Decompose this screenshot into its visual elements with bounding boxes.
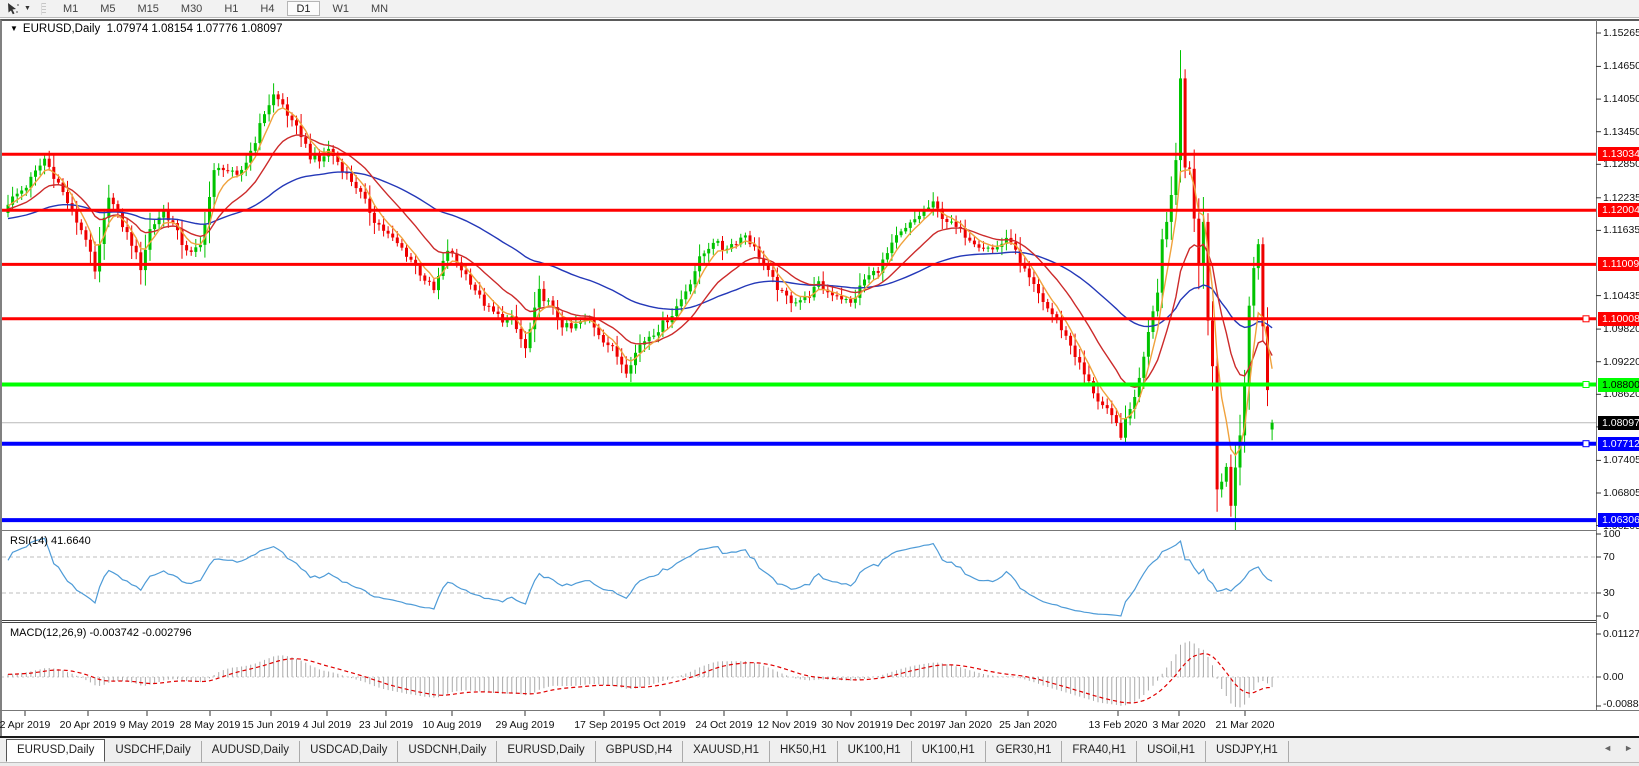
- price-line-label: 1.07712: [1598, 437, 1639, 451]
- date-tick-label: 12 Nov 2019: [757, 719, 817, 731]
- chart-symbol-label: EURUSD,Daily: [23, 23, 100, 35]
- macd-scale-label: -0.008845: [1603, 697, 1639, 711]
- timeframe-button[interactable]: M1: [54, 1, 87, 16]
- chart-tab[interactable]: GBPUSD,H4: [596, 741, 683, 762]
- date-tick-label: 10 Aug 2019: [423, 719, 482, 731]
- tab-scroll-left-icon[interactable]: ◄: [1603, 743, 1612, 753]
- timeframe-button[interactable]: H4: [251, 1, 283, 16]
- toolbar-grip[interactable]: [41, 3, 46, 15]
- price-line-label: 1.12004: [1598, 203, 1639, 217]
- date-tick-label: 4 Jul 2019: [303, 719, 351, 731]
- chart-tab[interactable]: FRA40,H1: [1062, 741, 1137, 762]
- price-line-label: 1.08097: [1598, 416, 1639, 430]
- date-tick-label: 3 Mar 2020: [1152, 719, 1205, 731]
- timeframe-button[interactable]: MN: [362, 1, 397, 16]
- date-tick-label: 7 Jan 2020: [940, 719, 992, 731]
- chart-tab[interactable]: USDJPY,H1: [1206, 741, 1289, 762]
- chart-tab[interactable]: USOil,H1: [1137, 741, 1206, 762]
- timeframe-toolbar: M1 M5 M15 M30 H1 H4 D1 W1MN: [52, 0, 399, 17]
- chart-tab[interactable]: USDCAD,Daily: [300, 741, 398, 762]
- price-tick-label: 1.11635: [1603, 223, 1639, 237]
- chart-title: ▼ EURUSD,Daily 1.07974 1.08154 1.07776 1.…: [10, 23, 283, 35]
- rsi-scale-label: 70: [1603, 550, 1615, 564]
- price-tick-label: 1.10435: [1603, 289, 1639, 303]
- price-line-label: 1.10008: [1598, 312, 1639, 326]
- rsi-indicator-label: RSI(14) 41.6640: [10, 535, 91, 547]
- rsi-scale-label: 0: [1603, 609, 1609, 623]
- date-tick-label: 15 Jun 2019: [242, 719, 300, 731]
- date-tick-label: 28 May 2019: [180, 719, 241, 731]
- chart-tab[interactable]: AUDUSD,Daily: [202, 741, 300, 762]
- date-tick-label: 20 Apr 2019: [60, 719, 117, 731]
- cursor-tool-button[interactable]: ▼: [0, 0, 37, 17]
- date-tick-label: 2 Apr 2019: [0, 719, 50, 731]
- dropdown-caret-icon[interactable]: ▼: [24, 5, 31, 12]
- collapse-triangle-icon[interactable]: ▼: [10, 24, 18, 33]
- chart-tab-strip: EURUSD,DailyUSDCHF,DailyAUDUSD,DailyUSDC…: [6, 740, 1289, 762]
- chart-tab[interactable]: UK100,H1: [838, 741, 912, 762]
- price-tick-label: 1.14050: [1603, 92, 1639, 106]
- chart-tab[interactable]: EURUSD,Daily: [497, 741, 595, 762]
- price-line-label: 1.13034: [1598, 147, 1639, 161]
- date-tick-label: 25 Jan 2020: [999, 719, 1057, 731]
- timeframe-button[interactable]: W1: [324, 1, 359, 16]
- date-tick-label: 29 Aug 2019: [496, 719, 555, 731]
- price-tick-label: 1.06805: [1603, 486, 1639, 500]
- chart-window[interactable]: [0, 19, 1639, 736]
- tab-scroll-controls: ◄ ►: [1603, 743, 1633, 753]
- chart-tab[interactable]: EURUSD,Daily: [6, 739, 105, 762]
- chart-ohlc-values: 1.07974 1.08154 1.07776 1.08097: [107, 23, 283, 35]
- chart-tab[interactable]: USDCNH,Daily: [398, 741, 497, 762]
- top-toolbar: ▼ M1 M5 M15 M30 H1 H4 D1 W1MN: [0, 0, 1639, 18]
- price-tick-label: 1.13450: [1603, 125, 1639, 139]
- chart-tab[interactable]: GER30,H1: [986, 741, 1063, 762]
- rsi-scale-label: 100: [1603, 527, 1621, 541]
- date-tick-label: 17 Sep 2019: [574, 719, 634, 731]
- timeframe-button[interactable]: M5: [91, 1, 124, 16]
- date-tick-label: 30 Nov 2019: [821, 719, 881, 731]
- macd-scale-label: 0.00: [1603, 670, 1623, 684]
- date-tick-label: 21 Mar 2020: [1216, 719, 1275, 731]
- tab-scroll-right-icon[interactable]: ►: [1624, 743, 1633, 753]
- status-bar: [0, 762, 1639, 766]
- timeframe-button[interactable]: M30: [172, 1, 211, 16]
- price-line-label: 1.11009: [1598, 257, 1639, 271]
- timeframe-button[interactable]: M15: [129, 1, 168, 16]
- cursor-tool-icon: [6, 2, 20, 15]
- price-tick-label: 1.07405: [1603, 453, 1639, 467]
- date-tick-label: 19 Dec 2019: [881, 719, 941, 731]
- price-line-label: 1.06306: [1598, 513, 1639, 527]
- chart-tab[interactable]: XAUUSD,H1: [683, 741, 770, 762]
- date-tick-label: 23 Jul 2019: [359, 719, 413, 731]
- chart-tab[interactable]: HK50,H1: [770, 741, 838, 762]
- price-tick-label: 1.15265: [1603, 26, 1639, 40]
- rsi-scale-label: 30: [1603, 586, 1615, 600]
- price-tick-label: 1.09220: [1603, 355, 1639, 369]
- price-tick-label: 1.14650: [1603, 59, 1639, 73]
- macd-scale-label: 0.011277: [1603, 627, 1639, 641]
- chart-tab-bar: EURUSD,DailyUSDCHF,DailyAUDUSD,DailyUSDC…: [0, 736, 1639, 762]
- chart-tab[interactable]: UK100,H1: [912, 741, 986, 762]
- date-tick-label: 9 May 2019: [120, 719, 175, 731]
- macd-indicator-label: MACD(12,26,9) -0.003742 -0.002796: [10, 627, 192, 639]
- date-tick-label: 5 Oct 2019: [634, 719, 685, 731]
- price-line-label: 1.08800: [1598, 378, 1639, 392]
- timeframe-button[interactable]: D1: [287, 1, 319, 16]
- timeframe-button[interactable]: H1: [215, 1, 247, 16]
- date-tick-label: 13 Feb 2020: [1089, 719, 1148, 731]
- chart-tab[interactable]: USDCHF,Daily: [105, 741, 201, 762]
- date-tick-label: 24 Oct 2019: [695, 719, 752, 731]
